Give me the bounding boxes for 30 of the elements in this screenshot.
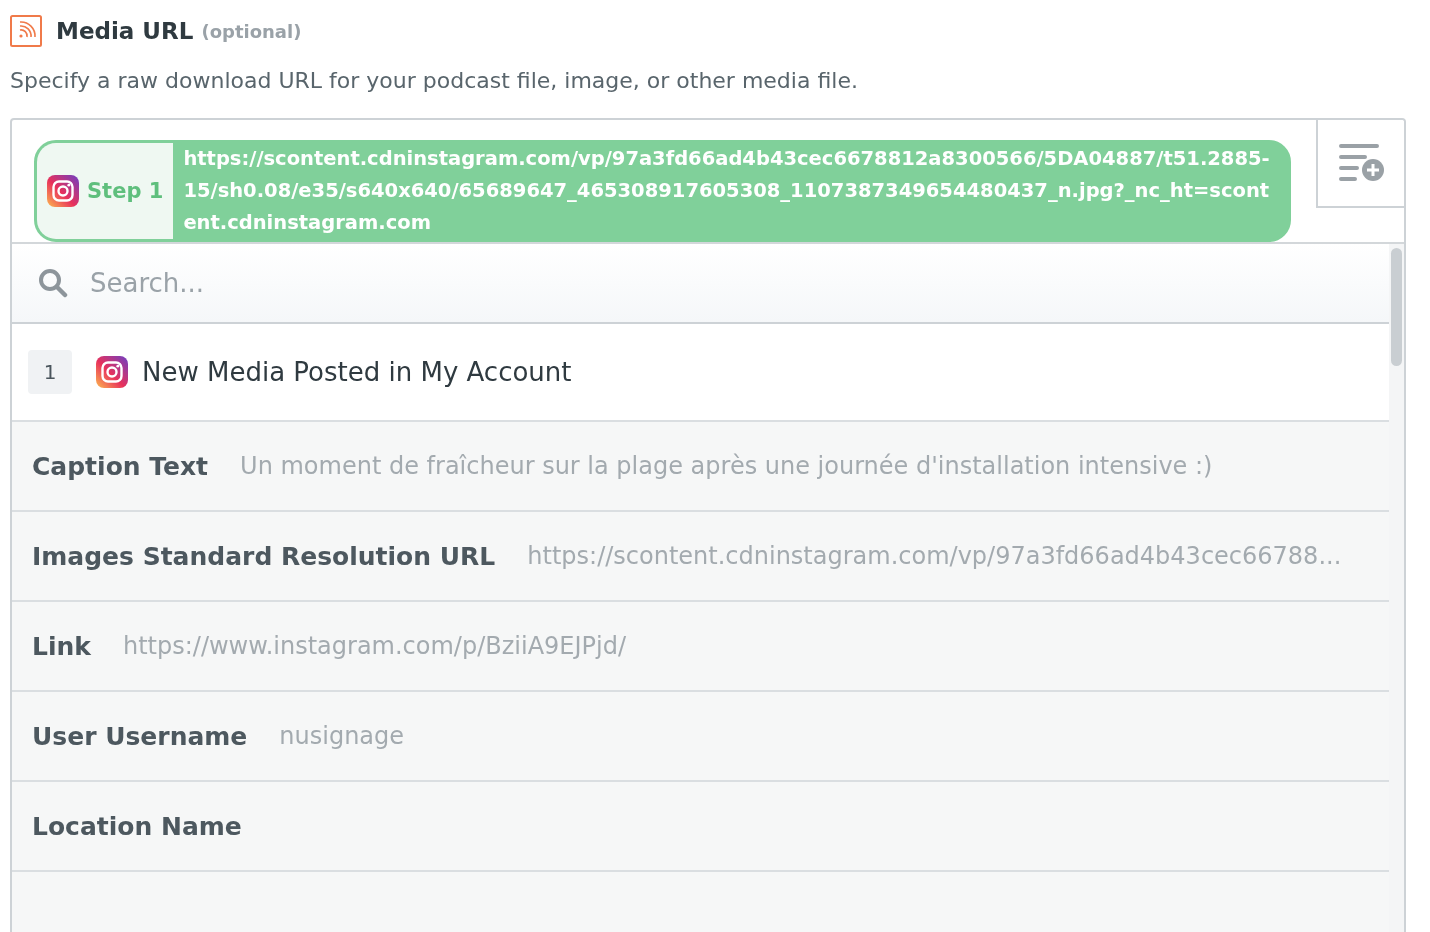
option-label: Location Name [32,811,242,841]
optional-hint: (optional) [201,20,302,42]
token-value: https://scontent.cdninstagram.com/vp/97a3fd66ad4b43cec6678812a8300566/5DA04887/t51.2885-15/sh0.08/e35/s640x640/65689647_465308917605308_1107387349654480437_n.jpg?_nc_ht=scontent.cdninstagram.com [182,146,1271,236]
camera-app-icon [47,175,79,207]
field-option[interactable]: Link https://www.instagram.com/p/BziiA9EJPjd/ [12,602,1389,692]
scrollbar[interactable] [1389,244,1404,932]
step-label: Step 1 [87,179,164,203]
rss-feed-icon [10,15,42,47]
field-label: Media URL [56,18,194,44]
field-option[interactable]: Location Name [12,782,1389,872]
field-option[interactable]: Images Standard Resolution URL https://scontent.cdninstagram.com/vp/97a3fd66ad4b43cec66788... [12,512,1389,602]
step-number: 1 [28,350,72,394]
option-label: User Username [32,721,248,751]
insert-field-button[interactable] [1316,120,1404,208]
step-title: New Media Posted in My Account [142,357,572,387]
field-description: Specify a raw download URL for your podcast file, image, or other media file. [10,68,859,93]
search-field[interactable]: Search... [88,267,1389,299]
option-value: https://scontent.cdninstagram.com/vp/97a3fd66ad4b43cec66788... [527,542,1342,570]
option-value: Un moment de fraîcheur sur la plage après une journée d'installation intensive :) [240,452,1213,480]
field-option[interactable]: User Username nusignage [12,692,1389,782]
camera-app-icon [96,356,128,388]
search-icon [38,268,68,298]
option-value: nusignage [279,722,405,750]
option-label: Images Standard Resolution URL [32,541,496,571]
option-value: https://www.instagram.com/p/BziiA9EJPjd/ [122,632,627,660]
list-add-icon [1337,143,1385,183]
field-option[interactable]: Caption Text Un moment de fraîcheur sur la plage après une journée d'installation intensive :) [12,422,1389,512]
option-label: Caption Text [32,451,209,481]
step-token[interactable] [34,140,1291,242]
option-label: Link [32,631,91,661]
